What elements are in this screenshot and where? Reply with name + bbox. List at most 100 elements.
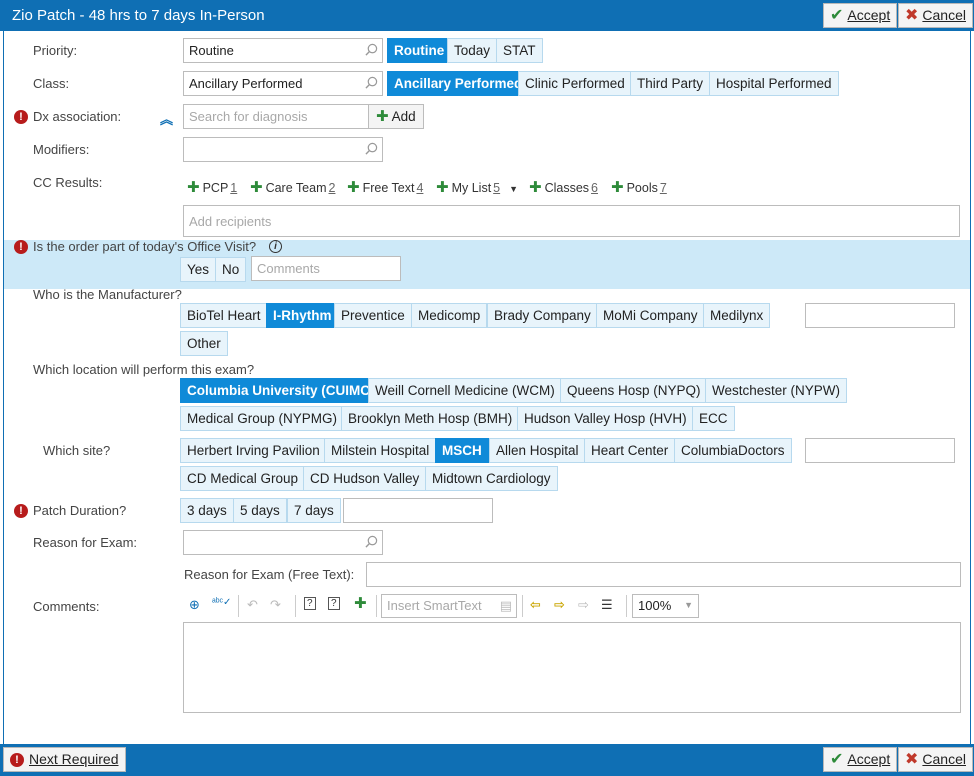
location-cuimc[interactable]: Columbia University (CUIMC) — [180, 378, 382, 403]
priority-option-routine[interactable]: Routine — [387, 38, 452, 63]
find-icon[interactable]: ⊕ — [189, 597, 200, 613]
reason-free-text-input[interactable] — [366, 562, 961, 587]
dropdown-arrow-icon[interactable]: ▼ — [509, 184, 518, 194]
next-icon[interactable]: ⇨ — [554, 597, 565, 613]
diagnosis-search-input[interactable]: Search for diagnosis — [183, 104, 369, 129]
office-visit-no[interactable]: No — [215, 257, 247, 282]
comments-placeholder: Comments — [257, 261, 320, 276]
undo-icon[interactable]: ↶ — [247, 597, 258, 613]
reason-input[interactable] — [183, 530, 383, 555]
cc-free-text[interactable]: ✚ Free Text 4 — [347, 178, 423, 196]
class-option-clinic[interactable]: Clinic Performed — [518, 71, 632, 96]
site-midtown-cardiology[interactable]: Midtown Cardiology — [425, 466, 558, 491]
manufacturer-medilynx[interactable]: Medilynx — [703, 303, 771, 328]
footer-accept-button[interactable]: ✔ Accept — [823, 747, 898, 772]
plus-icon: ✚ — [187, 179, 200, 196]
check-icon: ✔ — [830, 7, 844, 24]
site-milstein[interactable]: Milstein Hospital — [324, 438, 437, 463]
next-required-button[interactable]: ! Next Required — [3, 747, 126, 772]
zoom-select[interactable]: 100% ▼ — [632, 594, 699, 618]
accept-button[interactable]: ✔ Accept — [823, 3, 898, 28]
office-visit-yes[interactable]: Yes — [180, 257, 217, 282]
site-other-input[interactable] — [805, 438, 955, 463]
priority-input[interactable]: Routine — [183, 38, 383, 63]
duration-7-days[interactable]: 7 days — [287, 498, 341, 523]
collapse-icon[interactable]: ︽ — [160, 109, 173, 128]
priority-value: Routine — [189, 43, 234, 58]
manufacturer-question: Who is the Manufacturer? — [33, 287, 182, 302]
location-hvh[interactable]: Hudson Valley Hosp (HVH) — [517, 406, 694, 431]
cancel-label: Cancel — [922, 7, 966, 23]
site-cd-hudson-valley[interactable]: CD Hudson Valley — [303, 466, 427, 491]
plus-icon: ✚ — [347, 179, 360, 196]
previous-icon[interactable]: ⇦ — [530, 597, 541, 613]
plus-icon[interactable]: ✚ — [354, 594, 367, 612]
required-icon: ! — [14, 504, 28, 518]
location-wcm[interactable]: Weill Cornell Medicine (WCM) — [368, 378, 562, 403]
priority-option-stat[interactable]: STAT — [496, 38, 543, 63]
smartlist-icon[interactable]: ? — [328, 597, 340, 610]
comments-textarea[interactable] — [183, 622, 961, 713]
manufacturer-preventice[interactable]: Preventice — [334, 303, 412, 328]
class-label: Class: — [33, 76, 70, 91]
class-option-hospital[interactable]: Hospital Performed — [709, 71, 839, 96]
location-bmh[interactable]: Brooklyn Meth Hosp (BMH) — [341, 406, 520, 431]
dx-label: Dx association: — [33, 109, 122, 124]
manufacturer-momi[interactable]: MoMi Company — [596, 303, 705, 328]
reason-free-text-label: Reason for Exam (Free Text): — [184, 567, 355, 582]
plus-icon: ✚ — [250, 179, 263, 196]
next-required-label: Next Required — [29, 751, 119, 767]
manufacturer-irhythm[interactable]: I-Rhythm — [266, 303, 339, 328]
chevron-down-icon: ▼ — [684, 600, 693, 610]
redo-icon[interactable]: ↷ — [270, 597, 281, 613]
site-allen[interactable]: Allen Hospital — [489, 438, 586, 463]
office-visit-question: Is the order part of today's Office Visi… — [33, 239, 257, 254]
cc-pools[interactable]: ✚ Pools 7 — [611, 178, 667, 196]
search-icon — [365, 76, 378, 89]
info-icon[interactable]: i — [269, 240, 282, 253]
format-icon[interactable]: ☰ — [601, 597, 613, 613]
manufacturer-brady[interactable]: Brady Company — [487, 303, 598, 328]
accept-label: Accept — [847, 7, 891, 23]
manufacturer-other[interactable]: Other — [180, 331, 228, 356]
class-input[interactable]: Ancillary Performed — [183, 71, 383, 96]
priority-option-today[interactable]: Today — [447, 38, 498, 63]
location-nypw[interactable]: Westchester (NYPW) — [705, 378, 848, 403]
cancel-button[interactable]: ✖ Cancel — [898, 3, 973, 28]
location-nypq[interactable]: Queens Hosp (NYPQ) — [560, 378, 708, 403]
site-msch[interactable]: MSCH — [435, 438, 489, 463]
manufacturer-medicomp[interactable]: Medicomp — [411, 303, 488, 328]
spellcheck-icon[interactable]: ᵃᵇᶜ✓ — [212, 597, 231, 608]
site-heart-center[interactable]: Heart Center — [584, 438, 676, 463]
check-icon: ✔ — [830, 751, 844, 768]
manufacturer-other-input[interactable] — [805, 303, 955, 328]
recipients-input[interactable]: Add recipients — [183, 205, 960, 237]
site-cd-medical-group[interactable]: CD Medical Group — [180, 466, 306, 491]
duration-5-days[interactable]: 5 days — [233, 498, 287, 523]
smartlink-icon[interactable]: ? — [304, 597, 316, 610]
add-diagnosis-button[interactable]: ✚ Add — [368, 104, 424, 129]
footer-cancel-button[interactable]: ✖ Cancel — [898, 747, 973, 772]
site-herbert-irving[interactable]: Herbert Irving Pavilion — [180, 438, 327, 463]
manufacturer-biotel[interactable]: BioTel Heart — [180, 303, 268, 328]
cc-classes[interactable]: ✚ Classes 6 — [529, 178, 598, 196]
duration-3-days[interactable]: 3 days — [180, 498, 234, 523]
duration-other-input[interactable] — [343, 498, 493, 523]
location-nypmg[interactable]: Medical Group (NYPMG) — [180, 406, 345, 431]
class-option-third-party[interactable]: Third Party — [630, 71, 711, 96]
cc-care-team[interactable]: ✚ Care Team 2 — [250, 178, 335, 196]
accept-all-icon[interactable]: ⇨ — [578, 597, 589, 613]
cc-results-label: CC Results: — [33, 175, 103, 190]
window-title: Zio Patch - 48 hrs to 7 days In-Person — [12, 7, 265, 24]
footer-accept-label: Accept — [847, 751, 891, 767]
plus-icon: ✚ — [611, 179, 624, 196]
modifiers-input[interactable] — [183, 137, 383, 162]
site-columbiadoctors[interactable]: ColumbiaDoctors — [674, 438, 792, 463]
cc-pcp[interactable]: ✚ PCP 1 — [187, 178, 237, 196]
smarttext-input[interactable]: Insert SmartText ▤ — [381, 594, 517, 618]
class-option-ancillary[interactable]: Ancillary Performed — [387, 71, 530, 96]
location-ecc[interactable]: ECC — [692, 406, 735, 431]
office-visit-comments-input[interactable]: Comments — [251, 256, 401, 281]
modifiers-label: Modifiers: — [33, 142, 90, 157]
cc-my-list[interactable]: ✚ My List 5 ▼ — [436, 178, 518, 196]
